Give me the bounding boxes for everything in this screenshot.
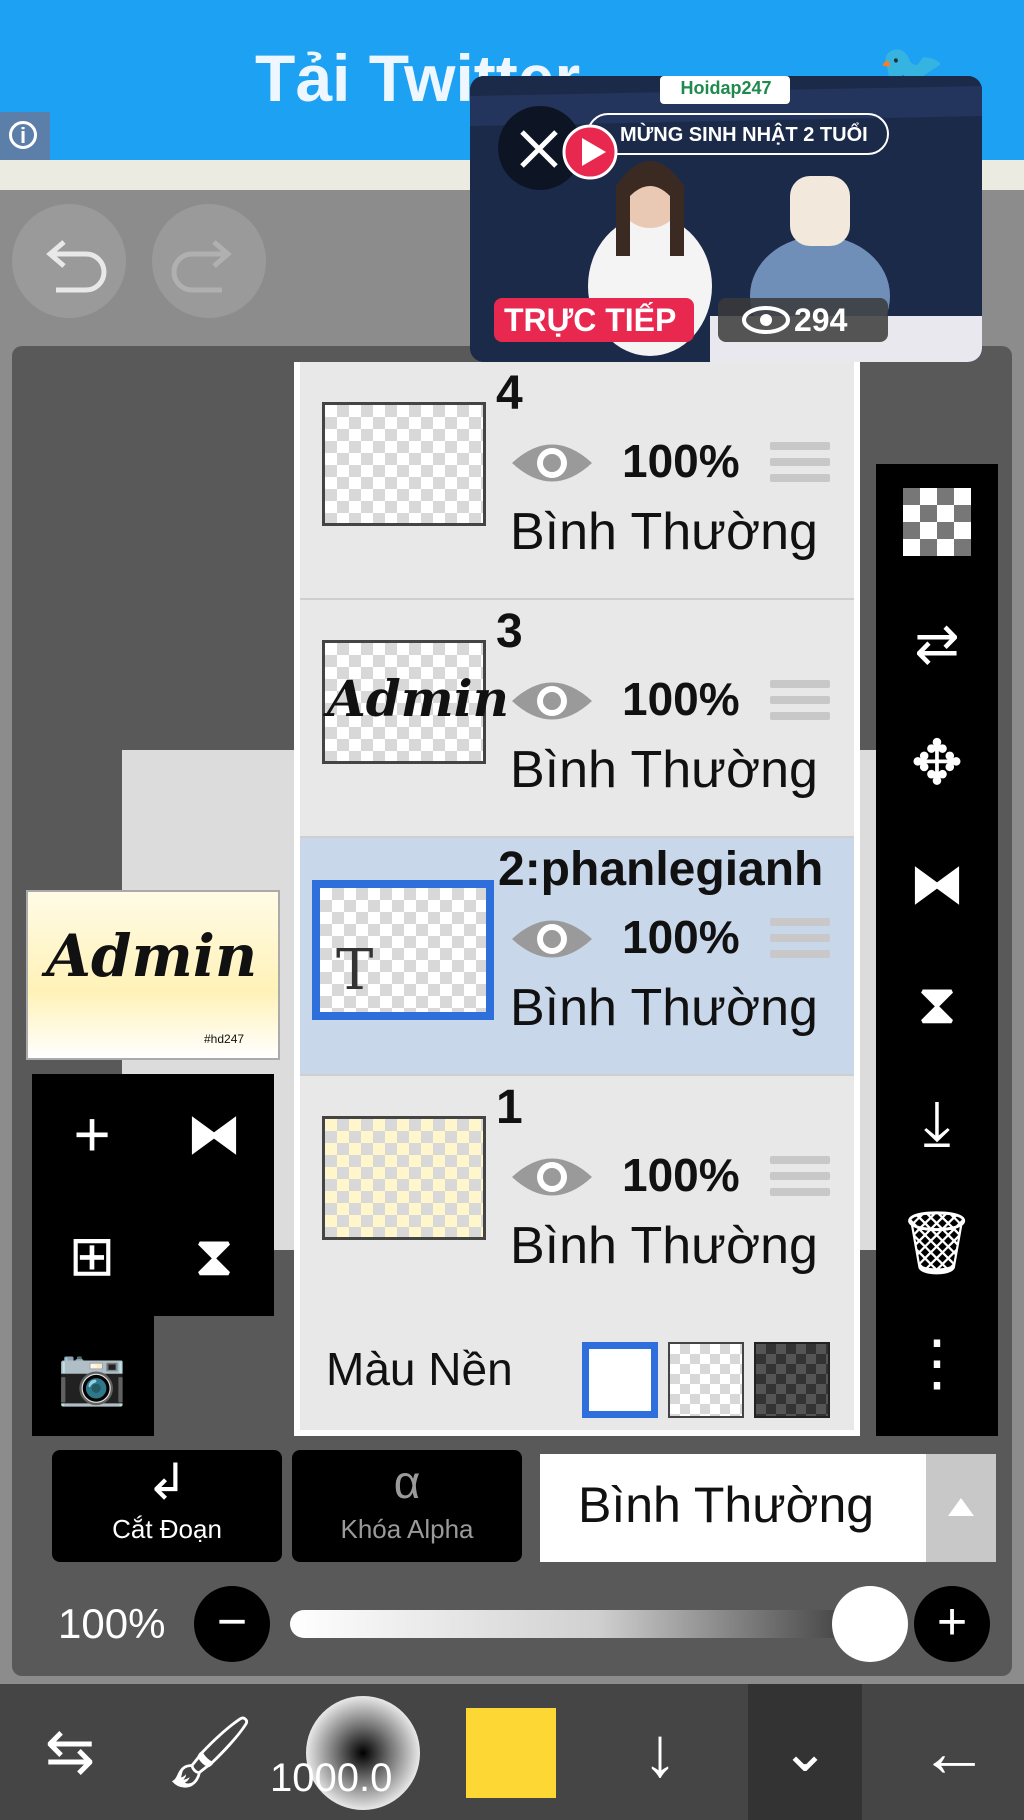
flip-horizontal-icon[interactable]: ⧓ [876,824,998,944]
opacity-decrease-button[interactable]: − [194,1586,270,1662]
opacity-increase-button[interactable]: + [914,1586,990,1662]
thumb-text: Admin [327,669,510,728]
background-color-label: Màu Nền [326,1343,513,1395]
flip-vertical-icon[interactable]: ⧗ [876,944,998,1064]
video-brand: Hoidap247 [680,78,772,98]
alpha-lock-button[interactable]: α Khóa Alpha [292,1450,522,1562]
layer-name: 3 [496,605,523,658]
info-icon: i [9,121,37,149]
double-chevron-down-icon: ⌄ [780,1719,830,1784]
drag-handle-icon[interactable] [770,442,830,492]
thumb-text: T [336,938,374,1003]
opacity-slider-knob[interactable] [832,1586,908,1662]
opacity-value: 100% [58,1600,166,1647]
layer-row-3[interactable]: Admin 3 100% Bình Thường [300,600,854,838]
ad-info-button[interactable]: i [0,112,50,160]
lock-icon: α [393,1456,421,1508]
blend-mode-value: Bình Thường [578,1477,875,1533]
clip-button[interactable]: ↲ Cắt Đoạn [52,1450,282,1562]
add-copy-layer-icon[interactable]: ⊞ [32,1196,152,1316]
drag-handle-icon[interactable] [770,1156,830,1206]
layer-blend-mode: Bình Thường [510,1217,818,1275]
layer-thumbnail: Admin [322,640,509,764]
clip-arrow-icon: ↲ [146,1454,188,1510]
live-badge: TRỰC TIẾP [504,302,677,338]
move-icon[interactable]: ✥ [876,704,998,824]
layers-toggle-button[interactable]: ⌄ [748,1684,862,1820]
video-headline: MỪNG SINH NHẬT 2 TUỔI [620,124,868,146]
alpha-lock-label: Khóa Alpha [340,1514,474,1544]
eye-icon[interactable] [510,672,594,730]
layer-tools-bar: ⇄ ✥ ⧓ ⧗ ⤓ 🗑 ⋮ [876,464,998,1436]
back-arrow-icon[interactable]: ← [894,1684,1014,1820]
triangle-up-icon [948,1498,974,1516]
undo-icon [46,240,107,293]
layer-opacity: 100% [622,1149,740,1201]
layer-row-2[interactable]: T 2:phanlegianh 100% Bình Thường [300,838,854,1076]
preview-text: Admin [46,922,258,990]
eye-icon[interactable] [510,910,594,968]
layer-name: 2:phanlegianh [498,843,824,896]
camera-icon[interactable]: 📷 [32,1316,152,1436]
layers-panel[interactable]: 4 100% Bình Thường Admin 3 100% Bình Thư… [294,362,860,1436]
layer-thumbnail [322,1116,486,1240]
layer-row-1[interactable]: 1 100% Bình Thường [300,1076,854,1314]
undo-button[interactable] [12,204,126,318]
clip-label: Cắt Đoạn [112,1514,222,1544]
preview-caption: #hd247 [204,1032,245,1046]
camera-tool: 📷 [32,1316,154,1436]
drag-handle-icon[interactable] [770,918,830,968]
eye-icon[interactable] [510,434,594,492]
more-options-icon[interactable]: ⋮ [876,1304,998,1424]
trash-icon[interactable]: 🗑 [876,1184,998,1304]
merge-down-icon[interactable]: ⤓ [876,1064,998,1184]
left-tools-bar: + ⧓ ⊞ ⧗ [32,1074,274,1316]
bg-dark-checker-swatch[interactable] [754,1342,830,1418]
layer-name: 4 [496,367,523,420]
color-swatch[interactable] [466,1708,556,1798]
flip-vertical-icon[interactable]: ⧗ [154,1196,274,1316]
redo-button[interactable] [152,204,266,318]
layer-opacity: 100% [622,911,740,963]
layer-thumbnail [322,402,486,526]
bottom-toolbar: ⇆ 🖌 1000.0 ↓ ⌄ ← [0,1684,1024,1820]
layer-blend-mode: Bình Thường [510,741,818,799]
add-layer-icon[interactable]: + [32,1074,152,1194]
live-video-overlay[interactable]: Hoidap247 MỪNG SINH NHẬT 2 TUỔI TRỰC TIẾ… [470,76,982,362]
arrow-down-icon[interactable]: ↓ [600,1684,720,1820]
bg-transparent-swatch[interactable] [668,1342,744,1418]
bg-white-swatch[interactable] [582,1342,658,1418]
swap-layer-icon[interactable]: ⇄ [876,584,998,704]
opacity-slider[interactable] [290,1610,906,1638]
layer-thumbnail: T [312,880,494,1020]
layer-row-4[interactable]: 4 100% Bình Thường [300,362,854,600]
eye-icon[interactable] [510,1148,594,1206]
background-color-row: Màu Nền [300,1308,854,1430]
layer-name: 1 [496,1081,523,1134]
brush-icon[interactable]: 🖌 [150,1684,270,1820]
layer-opacity: 100% [622,435,740,487]
drag-handle-icon[interactable] [770,680,830,730]
layer-blend-mode: Bình Thường [510,979,818,1037]
redo-icon [171,240,232,293]
canvas-preview[interactable]: Admin #hd247 [26,890,280,1060]
layer-blend-mode: Bình Thường [510,503,818,561]
layer-opacity: 100% [622,673,740,725]
brush-size-value: 1000.0 [270,1756,393,1800]
viewer-count: 294 [794,302,848,338]
flip-horizontal-icon[interactable]: ⧓ [154,1074,274,1194]
blend-mode-toggle[interactable] [926,1454,996,1562]
transparency-icon[interactable] [876,464,998,584]
swap-tools-icon[interactable]: ⇆ [10,1684,130,1820]
